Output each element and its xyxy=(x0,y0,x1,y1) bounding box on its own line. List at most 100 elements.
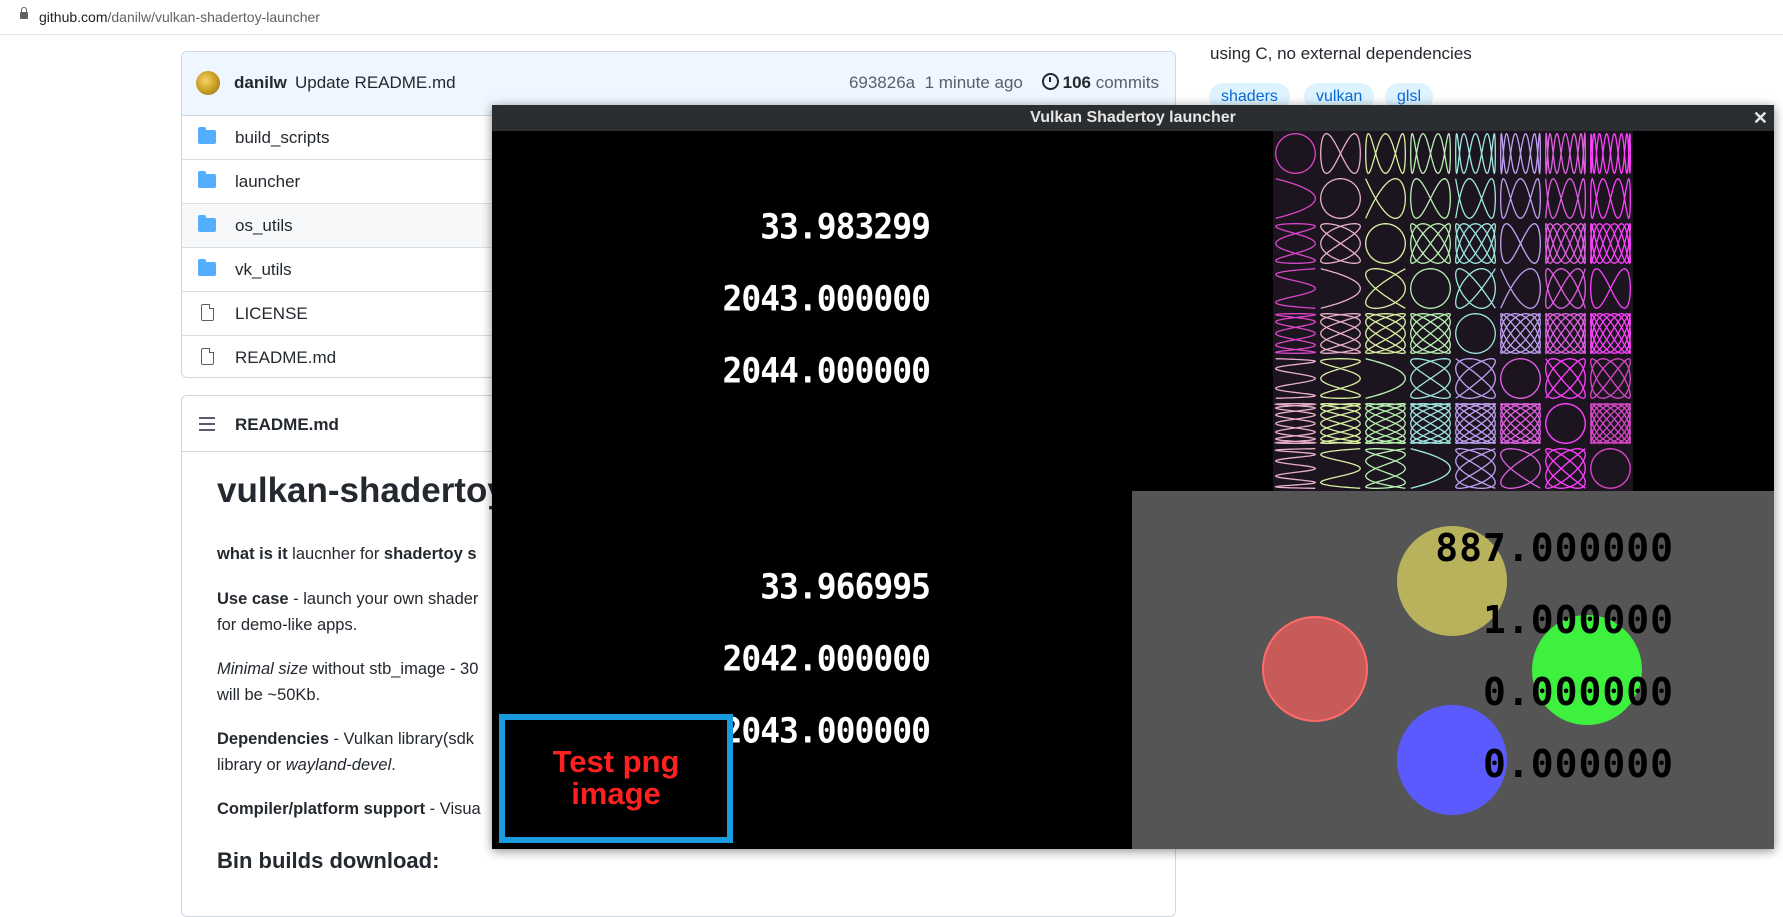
readme-header-title[interactable]: README.md xyxy=(235,415,339,435)
commit-message[interactable]: Update README.md xyxy=(295,73,456,93)
lissajous-curve xyxy=(1455,223,1496,264)
readme-italic: wayland-devel xyxy=(285,756,392,774)
lissajous-curve xyxy=(1273,403,1318,444)
stat-number: 2044.000000 xyxy=(722,350,931,391)
file-icon xyxy=(201,304,214,321)
lissajous-curve xyxy=(1545,222,1586,265)
readme-text: - Vulkan library(sdk xyxy=(328,730,475,748)
buffer-number: 0.000000 xyxy=(1482,742,1674,786)
lissajous-curve xyxy=(1455,132,1496,175)
readme-paragraph-line: will be ~50Kb. xyxy=(217,686,321,704)
lissajous-shader-view xyxy=(1273,131,1633,491)
readme-bold: Compiler/platform support xyxy=(217,800,426,818)
stat-number: 2043.000000 xyxy=(722,278,931,319)
file-name[interactable]: LICENSE xyxy=(235,304,308,324)
lissajous-curve xyxy=(1590,177,1631,220)
file-name[interactable]: os_utils xyxy=(235,216,293,236)
close-icon[interactable]: ✕ xyxy=(1753,105,1768,131)
folder-icon xyxy=(198,259,216,276)
readme-text: laucnher for xyxy=(287,545,384,563)
lissajous-curve xyxy=(1500,358,1541,399)
readme-text: - launch your own shader xyxy=(288,590,479,608)
url-path: /danilw/vulkan-shadertoy-launcher xyxy=(107,9,320,25)
readme-title: vulkan-shadertoy xyxy=(217,471,507,510)
lissajous-curve xyxy=(1274,313,1317,354)
buffer-number: 1.000000 xyxy=(1482,598,1674,642)
lissajous-curve xyxy=(1365,313,1406,354)
stat-number: 33.966995 xyxy=(760,566,931,607)
lissajous-curve xyxy=(1275,178,1316,219)
png-text-line: image xyxy=(571,776,661,811)
readme-paragraph: what is it laucnher for shadertoy s xyxy=(217,541,477,567)
buffer-number: 887.000000 xyxy=(1435,526,1674,570)
lissajous-curve xyxy=(1500,223,1541,264)
folder-icon xyxy=(198,171,216,188)
render-canvas[interactable]: 33.983299 2043.000000 2044.000000 33.966… xyxy=(492,131,1774,849)
commit-hash[interactable]: 693826a xyxy=(849,73,915,92)
window-titlebar[interactable]: Vulkan Shadertoy launcher ✕ xyxy=(492,105,1774,131)
readme-text: without stb_image - 30 xyxy=(307,660,479,678)
readme-bold: what is it xyxy=(217,545,288,563)
about-description: using C, no external dependencies xyxy=(1210,44,1472,63)
lissajous-curve xyxy=(1590,268,1631,309)
lissajous-curve xyxy=(1455,268,1496,309)
lissajous-curve xyxy=(1365,223,1406,264)
lissajous-curve xyxy=(1365,133,1406,174)
readme-italic: Minimal size xyxy=(217,660,308,678)
lissajous-curve xyxy=(1410,178,1451,219)
lissajous-curve xyxy=(1410,223,1451,264)
lissajous-curve xyxy=(1365,268,1406,309)
readme-subheading: Bin builds download: xyxy=(217,848,440,873)
lissajous-curve xyxy=(1274,358,1317,399)
readme-bold: shadertoy s xyxy=(383,545,477,563)
readme-paragraph-line: for demo-like apps. xyxy=(217,616,358,634)
lissajous-curve xyxy=(1409,403,1452,444)
lissajous-curve xyxy=(1545,313,1586,354)
lissajous-curve xyxy=(1275,223,1316,264)
folder-icon xyxy=(198,127,216,144)
lissajous-curve xyxy=(1365,358,1406,399)
commit-count[interactable]: 106 xyxy=(1063,73,1091,92)
commit-meta: 693826a 1 minute ago 106 commits xyxy=(849,73,1159,93)
lissajous-curve xyxy=(1500,268,1541,309)
file-name[interactable]: launcher xyxy=(235,172,300,192)
lissajous-curve xyxy=(1320,268,1361,309)
lissajous-curve xyxy=(1590,358,1631,399)
stat-number: 2042.000000 xyxy=(722,638,931,679)
commit-author[interactable]: danilw xyxy=(234,73,287,93)
readme-paragraph: Compiler/platform support - Visua xyxy=(217,796,481,822)
lock-icon xyxy=(20,7,28,21)
lissajous-curve xyxy=(1319,448,1362,489)
history-icon xyxy=(1041,73,1059,90)
png-text: Test png image xyxy=(505,746,727,810)
file-name[interactable]: vk_utils xyxy=(235,260,292,280)
test-png-image: Test png image xyxy=(499,714,733,843)
lissajous-curve xyxy=(1410,448,1451,489)
list-icon[interactable] xyxy=(199,417,215,431)
address-bar[interactable]: github.com/danilw/vulkan-shadertoy-launc… xyxy=(0,0,1783,35)
avatar[interactable] xyxy=(196,71,220,95)
lissajous-curve xyxy=(1365,178,1406,219)
folder-icon xyxy=(198,215,216,232)
file-name[interactable]: build_scripts xyxy=(235,128,330,148)
lissajous-curve xyxy=(1455,358,1496,399)
lissajous-curve xyxy=(1590,222,1631,265)
lissajous-curve xyxy=(1500,132,1541,175)
commit-time: 1 minute ago xyxy=(924,73,1023,92)
lissajous-curve xyxy=(1320,133,1361,174)
lissajous-curve xyxy=(1500,448,1541,489)
commit-count-label[interactable]: commits xyxy=(1096,73,1159,92)
url-host: github.com xyxy=(39,9,108,25)
url-text[interactable]: github.com/danilw/vulkan-shadertoy-launc… xyxy=(39,9,320,25)
readme-text: library or xyxy=(217,756,286,774)
lissajous-curve xyxy=(1319,403,1362,444)
buffer-number: 0.000000 xyxy=(1482,670,1674,714)
lissajous-curve xyxy=(1500,313,1541,354)
lissajous-curve xyxy=(1320,223,1361,264)
lissajous-curve xyxy=(1364,403,1407,444)
vulkan-window: Vulkan Shadertoy launcher ✕ 33.983299 20… xyxy=(492,105,1774,849)
file-name[interactable]: README.md xyxy=(235,348,336,368)
readme-text: . xyxy=(391,756,396,774)
readme-paragraph: Dependencies - Vulkan library(sdk xyxy=(217,726,474,752)
file-icon xyxy=(201,348,214,365)
